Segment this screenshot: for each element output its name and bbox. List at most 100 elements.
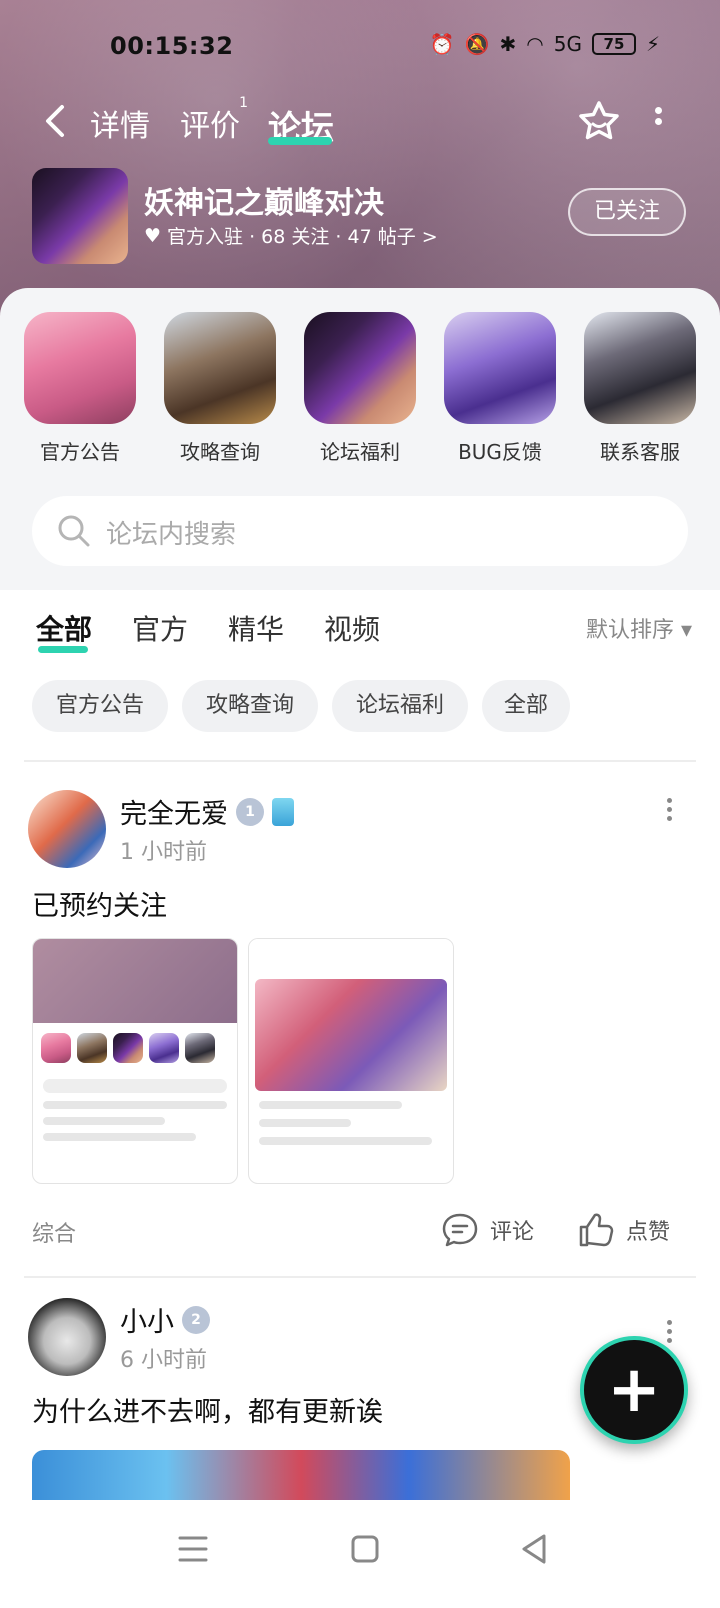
thumb-mini [41,1033,71,1063]
create-post-button[interactable]: + [580,1336,688,1444]
chevron-left-icon [46,105,64,137]
comment-button[interactable]: 评论 [440,1210,534,1250]
avatar[interactable] [28,790,106,868]
level-badge: 1 [236,797,264,826]
level-badge: 2 [182,1305,210,1334]
battery-icon: 75 [591,33,636,55]
feed-tab-official[interactable]: 官方 [132,608,188,648]
thumb-header [33,939,237,1023]
dot-icon [666,816,672,821]
chip-welfare[interactable]: 论坛福利 [332,680,468,732]
thumb-mini [113,1033,143,1063]
like-label: 点赞 [626,1220,671,1245]
back-triangle-icon[interactable] [510,1524,560,1574]
quick-link-image [304,312,416,424]
chip-guide[interactable]: 攻略查询 [182,680,318,732]
thumb-line [43,1101,227,1109]
quick-link-label: BUG反馈 [458,440,542,464]
post-time: 1 小时前 [120,840,207,865]
tab-forum-indicator [268,137,332,145]
post-time: 6 小时前 [120,1348,207,1373]
post-footer: 综合 评论 点赞 [0,1206,720,1256]
feed-tab-video[interactable]: 视频 [324,608,380,648]
post-image[interactable] [32,938,238,1184]
thumb-mini [77,1033,107,1063]
system-nav-bar [0,1500,720,1608]
quick-link-welfare[interactable]: 论坛福利 [304,312,416,465]
thumb-search [43,1079,227,1093]
quick-link-bug-report[interactable]: BUG反馈 [444,312,556,465]
post-author-name: 完全无爱 [120,799,228,830]
dot-icon [666,1320,672,1325]
forum-avatar [32,168,128,264]
quick-link-image [584,312,696,424]
divider [24,760,696,762]
follow-button[interactable]: 已关注 [568,188,686,236]
thumb-mini [185,1033,215,1063]
avatar[interactable] [28,1298,106,1376]
post-category: 综合 [32,1222,77,1247]
quick-link-label: 攻略查询 [180,440,260,464]
dot-icon [654,107,662,114]
thumb-line [43,1117,166,1125]
quick-link-image [164,312,276,424]
status-time: 00:15:32 [110,32,234,60]
charging-icon: ⚡ [645,32,660,56]
favorite-button[interactable] [575,97,623,145]
post-image[interactable] [32,1450,570,1502]
tab-details[interactable]: 详情 [90,101,150,145]
feed-tab-featured[interactable]: 精华 [228,608,284,648]
feed-tab-all[interactable]: 全部 [36,608,92,648]
thumb-line [259,1101,402,1109]
bluetooth-icon: ✱ [499,32,517,56]
post-author[interactable]: 小小 2 [120,1300,210,1339]
tab-reviews-label: 评价 [180,109,240,144]
alarm-icon: ⏰ [429,32,455,56]
medal-icon [272,797,294,826]
dot-icon [654,118,662,125]
quick-link-support[interactable]: 联系客服 [584,312,696,465]
chip-all[interactable]: 全部 [482,680,570,732]
tab-reviews[interactable]: 评价 1 [180,95,248,145]
comment-label: 评论 [490,1220,535,1245]
post-image[interactable] [248,938,454,1184]
quick-link-label: 联系客服 [600,440,680,464]
quick-link-label: 论坛福利 [320,440,400,464]
forum-meta-text: 官方入驻 · 68 关注 · 47 帖子 > [167,226,438,248]
chip-announcement[interactable]: 官方公告 [32,680,168,732]
status-icons: ⏰ 🔕 ✱ ◠ 5G 75 ⚡ [430,32,660,56]
battery-level: 75 [603,35,625,53]
like-button[interactable]: 点赞 [576,1210,670,1250]
forum-header: 妖神记之巅峰对决 ♥ 官方入驻 · 68 关注 · 47 帖子 > 已关注 [0,164,720,264]
quick-link-guide[interactable]: 攻略查询 [164,312,276,465]
thumb-line [259,1119,351,1127]
menu-icon[interactable] [168,1524,218,1574]
dot-icon [666,807,672,812]
post-more-button[interactable] [664,794,674,825]
signal-icon: 5G [553,32,582,56]
post-author-name: 小小 [120,1307,174,1338]
forum-title: 妖神记之巅峰对决 [144,186,384,221]
quick-link-image [24,312,136,424]
post-content: 为什么进不去啊，都有更新诶 [32,1397,383,1428]
divider [24,1276,696,1278]
mute-icon: 🔕 [464,32,490,56]
quick-link-announcement[interactable]: 官方公告 [24,312,136,465]
top-nav: 详情 评价 1 论坛 [0,95,720,151]
feed-tabs: 全部 官方 精华 视频 默认排序 ▾ [0,590,720,660]
sort-dropdown[interactable]: 默认排序 ▾ [586,612,692,644]
forum-meta[interactable]: ♥ 官方入驻 · 68 关注 · 47 帖子 > [144,222,438,249]
more-options-button[interactable] [650,103,666,139]
search-placeholder: 论坛内搜索 [106,520,237,550]
post-author[interactable]: 完全无爱 1 [120,792,294,831]
search-input[interactable]: 论坛内搜索 [32,496,688,566]
diamond-icon: ♥ [144,224,162,247]
home-icon[interactable] [340,1524,390,1574]
feed-tab-indicator [38,646,88,653]
quick-link-label: 官方公告 [40,440,120,464]
thumb-art [255,979,447,1091]
thumb-mini [149,1033,179,1063]
back-button[interactable] [36,101,76,141]
thumb-line [259,1137,433,1145]
status-bar: 00:15:32 ⏰ 🔕 ✱ ◠ 5G 75 ⚡ [0,28,720,64]
